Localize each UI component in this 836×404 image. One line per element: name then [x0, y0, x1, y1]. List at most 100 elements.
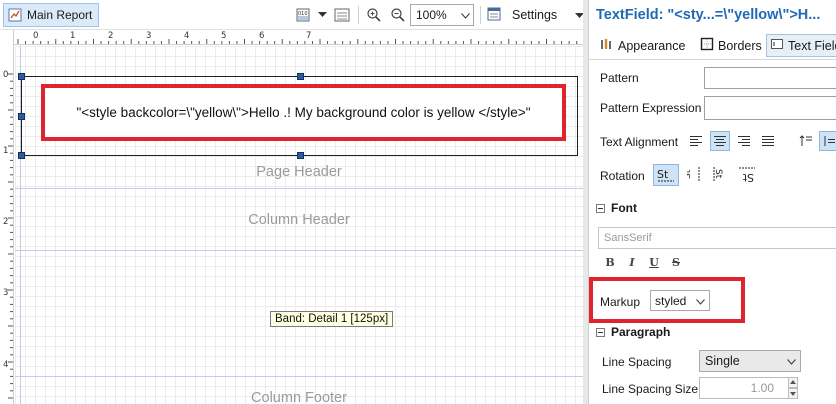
band-separator	[15, 188, 583, 189]
line-spacing-select[interactable]: Single	[699, 350, 801, 372]
band-column-footer[interactable]: Column Footer	[15, 390, 583, 404]
tab-text-field[interactable]: Text Field	[766, 34, 836, 57]
markup-label: Markup	[600, 295, 641, 309]
layout-icon[interactable]	[334, 3, 350, 27]
band-tooltip: Band: Detail 1 [125px]	[270, 311, 394, 327]
font-section-header[interactable]: Font	[596, 201, 637, 215]
spin-up-icon[interactable]	[788, 377, 798, 388]
textfield-expression: "<style backcolor=\"yellow\">Hello .! My…	[76, 105, 531, 120]
chevron-down-icon	[787, 354, 796, 368]
resize-handle[interactable]	[18, 152, 25, 159]
ruler-label: 1	[3, 146, 9, 156]
report-canvas[interactable]: Page Header Column Header Column Footer …	[15, 46, 583, 404]
toolbar-divider	[358, 6, 359, 24]
bold-button[interactable]: B	[603, 256, 617, 269]
ruler-label: 6	[259, 31, 265, 41]
ruler-label: 2	[3, 217, 9, 227]
align-justify-icon[interactable]	[758, 131, 778, 151]
chevron-down-icon	[461, 8, 470, 22]
tab-borders[interactable]: Borders	[697, 34, 765, 57]
settings-label: Settings	[512, 8, 558, 22]
ruler-ticks	[17, 39, 578, 44]
paragraph-section-label: Paragraph	[611, 325, 671, 339]
bands-grid-icon[interactable]: 010	[296, 3, 310, 27]
ruler-label: 4	[184, 31, 190, 41]
chevron-down-icon[interactable]	[318, 3, 327, 27]
resize-handle[interactable]	[18, 73, 25, 80]
ruler-label: 2	[108, 31, 114, 41]
tab-text-field-label: Text Field	[788, 38, 836, 53]
strikethrough-button[interactable]: S	[669, 256, 683, 269]
settings-button[interactable]: Settings	[486, 3, 585, 27]
rotation-none-icon[interactable]: St	[653, 164, 679, 186]
text-alignment-label: Text Alignment	[600, 135, 679, 149]
tab-appearance-label: Appearance	[618, 38, 686, 53]
rotation-label: Rotation	[600, 169, 645, 183]
collapse-icon	[596, 203, 605, 213]
underline-button[interactable]: U	[647, 256, 661, 269]
line-spacing-size-input[interactable]: 1.00	[699, 377, 789, 399]
resize-handle[interactable]	[297, 152, 304, 159]
font-name-input[interactable]: SansSerif	[598, 227, 836, 249]
svg-text:St: St	[687, 169, 693, 179]
ruler-label: 0	[33, 31, 39, 41]
collapse-icon	[596, 327, 605, 337]
line-spacing-label: Line Spacing	[602, 355, 672, 369]
svg-text:010: 010	[298, 11, 308, 17]
svg-text:St: St	[742, 171, 754, 182]
italic-button[interactable]: I	[625, 256, 639, 269]
chevron-down-icon	[696, 294, 705, 308]
ruler-label: 0	[3, 70, 9, 80]
settings-icon	[486, 6, 502, 25]
line-spacing-value: Single	[705, 354, 740, 368]
paragraph-section-header[interactable]: Paragraph	[596, 325, 670, 339]
tab-main-report-label: Main Report	[27, 8, 93, 22]
tab-borders-label: Borders	[718, 38, 762, 53]
zoom-in-icon[interactable]	[366, 3, 382, 27]
report-icon	[8, 8, 22, 22]
rotation-upside-down-icon[interactable]: St	[735, 164, 759, 184]
line-spacing-size-label: Line Spacing Size	[602, 382, 699, 396]
rotation-left-icon[interactable]: St	[685, 164, 705, 184]
horizontal-ruler: 0 1 2 3 4 5 6 7	[14, 30, 583, 45]
pattern-expression-input[interactable]	[704, 96, 836, 120]
ruler-label: 3	[146, 31, 152, 41]
svg-text:St: St	[657, 168, 669, 181]
spin-down-icon[interactable]	[788, 388, 798, 399]
vertical-align-middle-icon[interactable]	[819, 131, 836, 151]
tab-appearance[interactable]: Appearance	[597, 34, 688, 57]
font-section-label: Font	[611, 201, 637, 215]
resize-handle[interactable]	[297, 73, 304, 80]
properties-tabs: Appearance Borders Text Field	[589, 30, 836, 60]
ruler-label: 4	[3, 360, 9, 370]
zoom-value: 100%	[416, 8, 447, 22]
pattern-label: Pattern	[600, 71, 639, 85]
tab-main-report[interactable]: Main Report	[3, 3, 100, 27]
band-separator	[15, 250, 583, 251]
resize-handle[interactable]	[18, 113, 25, 120]
borders-icon	[700, 37, 714, 54]
band-column-header[interactable]: Column Header	[15, 212, 583, 228]
ruler-label: 7	[306, 31, 312, 41]
pattern-input[interactable]	[704, 67, 836, 89]
toolbar-divider	[480, 6, 481, 24]
align-center-icon[interactable]	[710, 131, 730, 151]
properties-panel: TextField: "<sty...=\"yellow\">H... Appe…	[588, 0, 836, 404]
align-left-icon[interactable]	[686, 131, 706, 151]
vertical-ruler: 0 1 2 3 4	[0, 30, 14, 404]
ruler-label: 1	[70, 31, 76, 41]
ruler-label: 5	[221, 31, 227, 41]
properties-title: TextField: "<sty...=\"yellow\">H...	[596, 7, 821, 23]
zoom-select[interactable]: 100%	[410, 4, 474, 26]
designer-toolbar: Main Report 010 100% Settings	[0, 0, 585, 30]
band-separator	[15, 376, 583, 377]
zoom-out-icon[interactable]	[390, 3, 406, 27]
markup-select[interactable]: styled	[650, 290, 710, 311]
band-page-header[interactable]: Page Header	[15, 164, 583, 180]
markup-value: styled	[655, 293, 687, 308]
vertical-align-top-icon[interactable]	[796, 131, 816, 151]
align-right-icon[interactable]	[734, 131, 754, 151]
ruler-label: 3	[3, 288, 9, 298]
appearance-icon	[600, 37, 614, 54]
rotation-right-icon[interactable]: St	[709, 164, 729, 184]
